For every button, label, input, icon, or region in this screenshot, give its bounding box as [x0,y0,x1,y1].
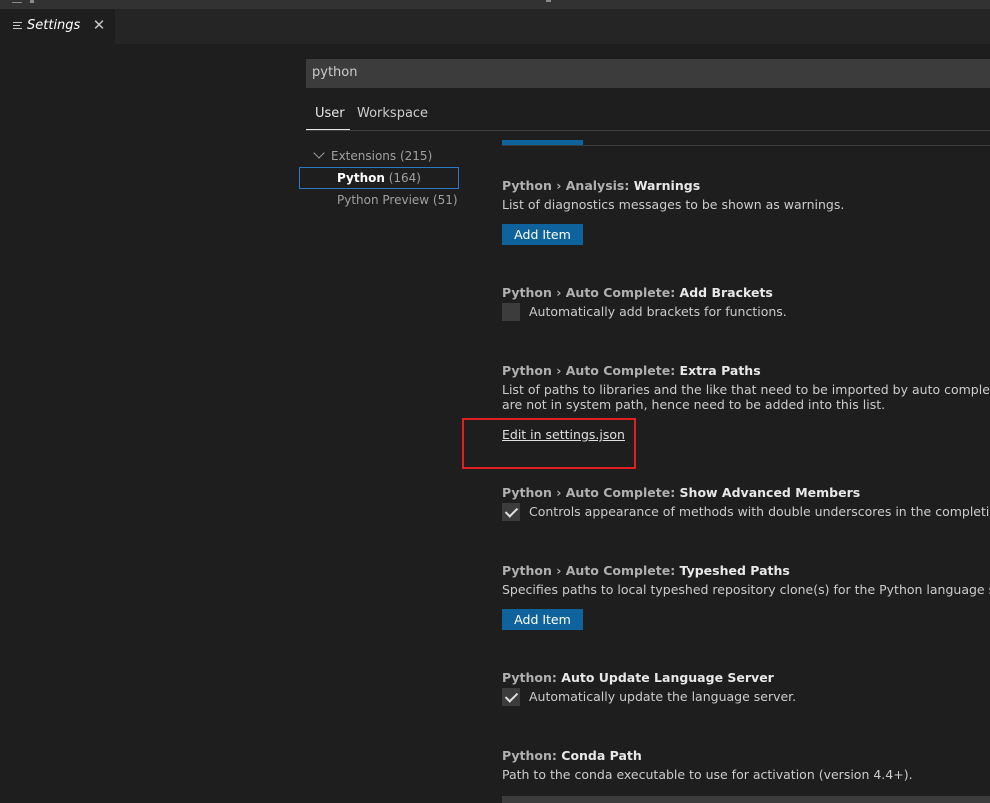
setting-description: Specifies paths to local typeshed reposi… [502,582,990,597]
setting-description: Automatically update the language server… [529,689,797,704]
toc-python-label: Python [337,171,385,185]
setting-conda-path: Python: Conda Path Path to the conda exe… [502,748,990,783]
toc-python[interactable]: Python (164) [299,167,459,189]
setting-title: Python: Conda Path [502,748,642,763]
close-icon[interactable]: ✕ [92,16,106,34]
setting-title: Python: Auto Update Language Server [502,670,774,685]
add-brackets-checkbox[interactable] [502,303,520,321]
settings-list-icon [13,22,22,31]
tab-settings[interactable]: Settings ✕ [0,9,115,44]
setting-show-advanced-members: Python › Auto Complete: Show Advanced Me… [502,485,990,521]
title-bar [0,0,990,9]
highlight-annotation [462,418,636,469]
setting-title: Python › Auto Complete: Show Advanced Me… [502,485,861,500]
show-advanced-members-checkbox[interactable] [502,503,520,521]
active-tab-indicator [306,129,350,130]
tab-user[interactable]: User [315,106,345,121]
toc-extensions-label: Extensions (215) [331,149,433,163]
setting-description: Path to the conda executable to use for … [502,767,913,782]
checkbox-row: Controls appearance of methods with doub… [502,503,990,521]
setting-add-brackets: Python › Auto Complete: Add Brackets Aut… [502,285,990,321]
checkbox-row: Automatically update the language server… [502,688,990,706]
title-fragment-right [546,0,551,2]
menu-icon[interactable] [12,0,22,3]
setting-auto-update-language-server: Python: Auto Update Language Server Auto… [502,670,990,706]
tab-label: Settings [27,18,81,33]
setting-typeshed-paths: Python › Auto Complete: Typeshed Paths S… [502,563,990,630]
checkbox-row: Automatically add brackets for functions… [502,303,990,321]
setting-description: Controls appearance of methods with doub… [529,504,990,519]
add-item-button[interactable]: Add Item [502,224,583,245]
setting-title: Python › Auto Complete: Typeshed Paths [502,563,790,578]
setting-analysis-warnings: Python › Analysis: Warnings List of diag… [502,178,990,245]
settings-search-input[interactable]: python [306,59,990,88]
setting-description: List of paths to libraries and the like … [502,382,990,412]
conda-path-input[interactable] [502,796,990,803]
editor-tab-bar: Settings ✕ [0,9,990,44]
add-item-button[interactable]: Add Item [502,609,583,630]
toc-extensions[interactable]: Extensions (215) [312,147,433,163]
setting-title: Python › Auto Complete: Extra Paths [502,363,761,378]
setting-title: Python › Auto Complete: Add Brackets [502,285,773,300]
setting-description: List of diagnostics messages to be shown… [502,197,845,212]
title-fragment [30,0,34,3]
chevron-down-icon [313,147,325,159]
setting-title: Python › Analysis: Warnings [502,178,701,193]
setting-description: Automatically add brackets for functions… [529,304,787,319]
toc-python-preview[interactable]: Python Preview (51) [337,193,458,207]
settings-scope-tabs: User Workspace [306,100,990,131]
divider [502,145,990,146]
toc-python-count: (164) [384,171,421,185]
tab-workspace[interactable]: Workspace [357,106,428,121]
auto-update-checkbox[interactable] [502,688,520,706]
